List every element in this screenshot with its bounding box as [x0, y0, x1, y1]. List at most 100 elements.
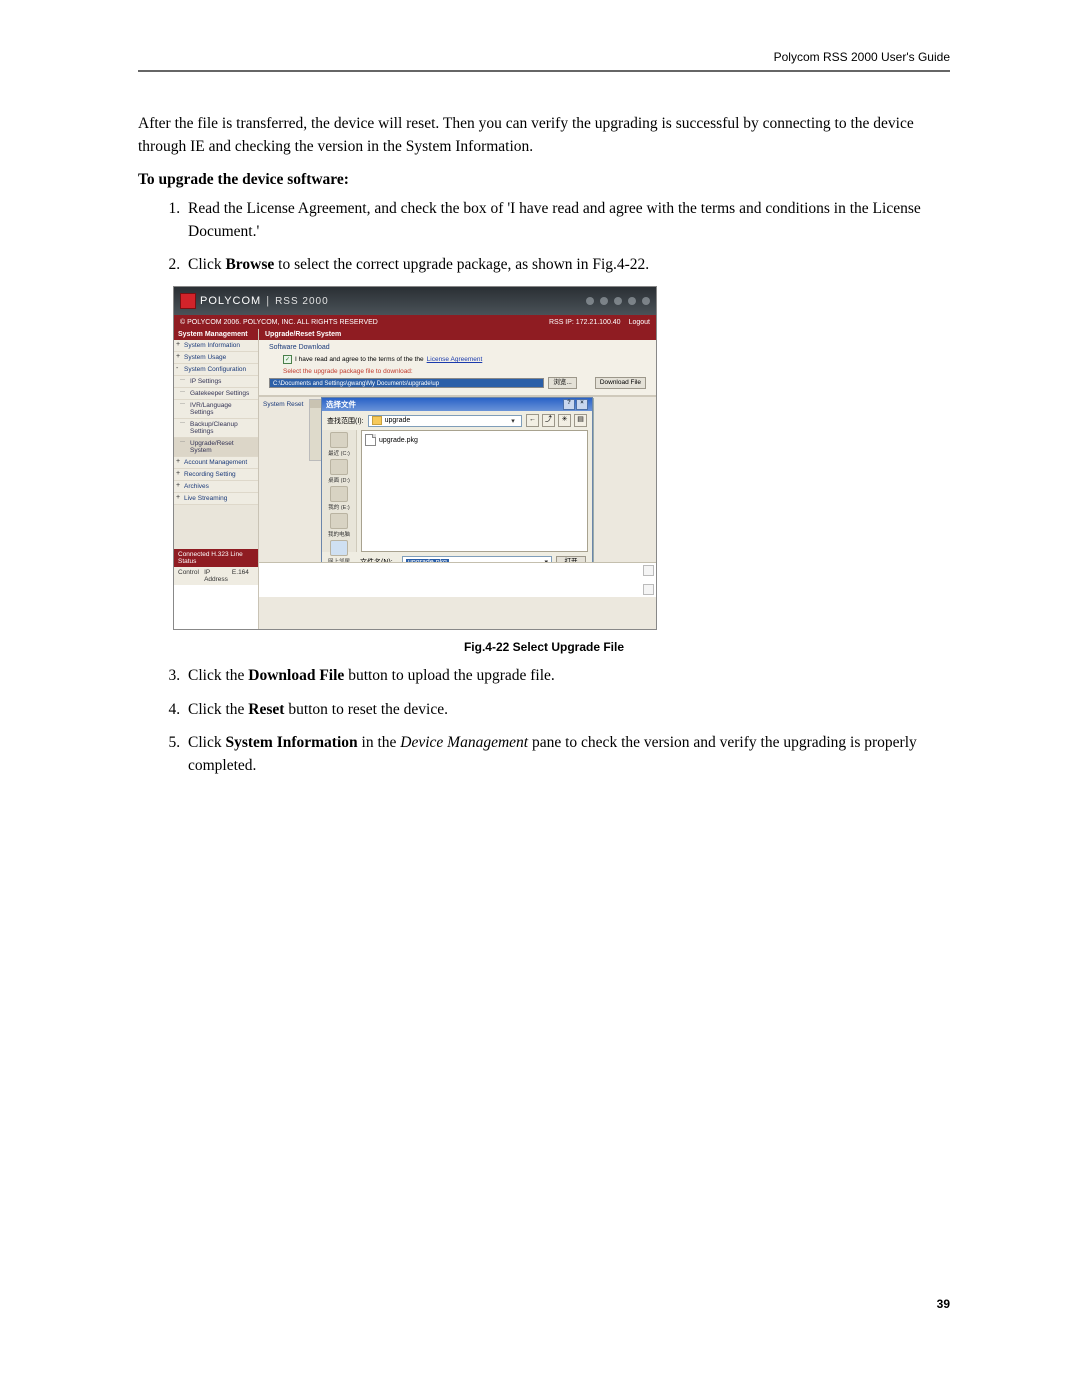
- sidebar: System Management System Information Sys…: [174, 329, 259, 629]
- place-label: 桌面 (D:): [328, 478, 350, 484]
- brand-sub: RSS 2000: [275, 296, 329, 307]
- status-col-control: Control: [176, 569, 202, 583]
- sidebar-item-sysusage[interactable]: System Usage: [174, 352, 258, 364]
- place-label: 我的电脑: [328, 532, 350, 538]
- step3-post: button to upload the upgrade file.: [344, 667, 555, 684]
- document-page: Polycom RSS 2000 User's Guide After the …: [0, 0, 1080, 1371]
- decor-icon: [586, 297, 594, 305]
- section-title: To upgrade the device software:: [138, 171, 950, 189]
- download-file-button[interactable]: Download File: [595, 377, 646, 389]
- step-1: Read the License Agreement, and check th…: [184, 197, 950, 244]
- place-desktop[interactable]: 桌面 (D:): [326, 459, 352, 484]
- copyright-text: © POLYCOM 2006. POLYCOM, INC. ALL RIGHTS…: [180, 319, 378, 326]
- sidebar-item-ivr[interactable]: IVR/Language Settings: [174, 400, 258, 419]
- license-link[interactable]: License Agreement: [427, 356, 483, 363]
- scroll-placeholder-icon: [643, 565, 654, 576]
- file-list-pane[interactable]: upgrade.pkg: [361, 430, 588, 552]
- sidebar-item-recording[interactable]: Recording Setting: [174, 469, 258, 481]
- sidebar-title: System Management: [174, 329, 258, 340]
- license-checkbox[interactable]: [283, 355, 292, 364]
- place-label: 我的 (E:): [328, 505, 349, 511]
- decor-icon: [628, 297, 636, 305]
- step4-post: button to reset the device.: [284, 701, 448, 718]
- step5-mid: in the: [358, 734, 401, 751]
- steps-list-2: Click the Download File button to upload…: [138, 664, 950, 777]
- sidebar-item-sysinfo[interactable]: System Information: [174, 340, 258, 352]
- status-title: Connected H.323 Line Status: [174, 549, 258, 567]
- place-mydocs[interactable]: 我的 (E:): [326, 486, 352, 511]
- folder-icon: [372, 416, 382, 425]
- steps-list-1: Read the License Agreement, and check th…: [138, 197, 950, 277]
- intro-paragraph: After the file is transferred, the devic…: [138, 112, 950, 159]
- back-icon[interactable]: ←: [526, 414, 539, 427]
- dialog-body: 最近 (C:) 桌面 (D:) 我的 (E:) 我的电脑 网上邻居: [322, 430, 592, 552]
- lookin-row: 查找范围(I): upgrade ▾ ← ⤴ ✳: [322, 411, 592, 430]
- file-open-dialog: 选择文件 ? × 查找范围(I): upgrade: [321, 397, 593, 579]
- newfolder-icon[interactable]: ✳: [558, 414, 571, 427]
- step4-bold: Reset: [248, 701, 284, 718]
- info-bar: © POLYCOM 2006. POLYCOM, INC. ALL RIGHTS…: [174, 315, 656, 329]
- sidebar-item-gatekeeper[interactable]: Gatekeeper Settings: [174, 388, 258, 400]
- lookin-value: upgrade: [385, 417, 411, 424]
- panel-heading: Software Download: [269, 344, 646, 351]
- dialog-titlebar: 选择文件 ? ×: [322, 398, 592, 411]
- step3-bold: Download File: [248, 667, 344, 684]
- views-icon[interactable]: ▤: [574, 414, 587, 427]
- browse-button[interactable]: 浏览...: [548, 377, 576, 389]
- license-row: I have read and agree to the terms of th…: [283, 355, 646, 364]
- step5-pre: Click: [188, 734, 225, 751]
- file-item[interactable]: upgrade.pkg: [365, 434, 584, 446]
- titlebar-decor: [586, 297, 650, 305]
- scroll-placeholder-icon: [643, 584, 654, 595]
- figure-screenshot: POLYCOM | RSS 2000 © POLYCOM 2006. POLYC…: [173, 286, 657, 630]
- step-2: Click Browse to select the correct upgra…: [184, 253, 950, 276]
- figure-caption: Fig.4-22 Select Upgrade File: [138, 640, 950, 654]
- up-icon[interactable]: ⤴: [542, 414, 555, 427]
- page-header: Polycom RSS 2000 User's Guide: [138, 50, 950, 64]
- main-panel: Upgrade/Reset System Software Download I…: [259, 329, 656, 629]
- upgrade-path-input[interactable]: C:\Documents and Settings\gwang\My Docum…: [269, 378, 544, 388]
- sidebar-item-livestream[interactable]: Live Streaming: [174, 493, 258, 505]
- decor-icon: [600, 297, 608, 305]
- step-5: Click System Information in the Device M…: [184, 731, 950, 778]
- step2-pre: Click: [188, 256, 225, 273]
- step3-pre: Click the: [188, 667, 248, 684]
- ip-label: RSS IP: 172.21.100.40: [549, 319, 621, 326]
- step5-italic: Device Management: [400, 734, 528, 751]
- logout-link[interactable]: Logout: [629, 319, 650, 326]
- content-columns: System Management System Information Sys…: [174, 329, 656, 629]
- sidebar-item-account[interactable]: Account Management: [174, 457, 258, 469]
- main-title: Upgrade/Reset System: [259, 329, 656, 340]
- window-buttons: ? ×: [563, 399, 588, 410]
- dialog-title-text: 选择文件: [326, 399, 356, 410]
- status-col-e164: E.164: [230, 569, 256, 583]
- place-mycomputer[interactable]: 我的电脑: [326, 513, 352, 538]
- step-3: Click the Download File button to upload…: [184, 664, 950, 687]
- blank-row: [259, 562, 656, 597]
- dialog-nav-icons: ← ⤴ ✳ ▤: [526, 414, 587, 427]
- place-recent[interactable]: 最近 (C:): [326, 432, 352, 457]
- lower-area: System Reset 选择文件 ? ×: [259, 397, 656, 597]
- sidebar-item-backup[interactable]: Backup/Cleanup Settings: [174, 419, 258, 438]
- step2-bold: Browse: [225, 256, 274, 273]
- lookin-combo[interactable]: upgrade ▾: [368, 415, 522, 427]
- sidebar-item-archives[interactable]: Archives: [174, 481, 258, 493]
- close-icon[interactable]: ×: [576, 399, 588, 410]
- sidebar-item-ip[interactable]: IP Settings: [174, 376, 258, 388]
- brand-text: POLYCOM | RSS 2000: [200, 295, 329, 307]
- place-label: 最近 (C:): [328, 451, 350, 457]
- status-col-ip: IP Address: [202, 569, 230, 583]
- lookin-label: 查找范围(I):: [327, 416, 364, 426]
- chevron-down-icon: ▾: [508, 417, 518, 425]
- help-icon[interactable]: ?: [563, 399, 575, 410]
- path-row: C:\Documents and Settings\gwang\My Docum…: [269, 377, 646, 389]
- sidebar-item-upgrade[interactable]: Upgrade/Reset System: [174, 438, 258, 457]
- step4-pre: Click the: [188, 701, 248, 718]
- select-note: Select the upgrade package file to downl…: [283, 368, 646, 375]
- sidebar-item-sysconfig[interactable]: System Configuration: [174, 364, 258, 376]
- step2-post: to select the correct upgrade package, a…: [274, 256, 649, 273]
- file-name: upgrade.pkg: [379, 437, 418, 444]
- file-icon: [365, 434, 376, 446]
- polycom-logo-icon: [180, 293, 196, 309]
- step-1-text: Read the License Agreement, and check th…: [188, 200, 921, 240]
